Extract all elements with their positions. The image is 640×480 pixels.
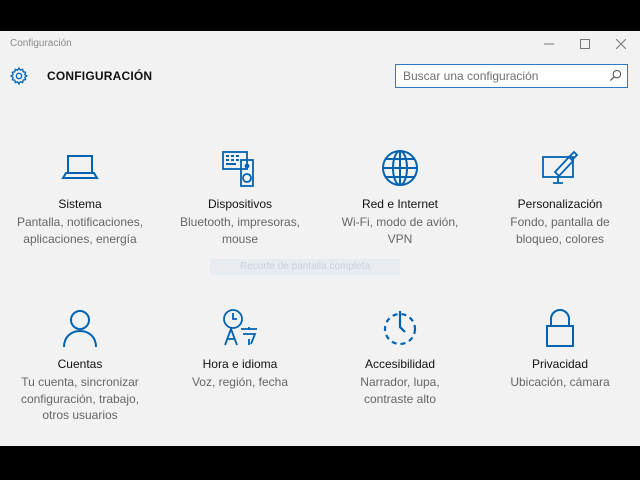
desc-line: otros usuarios (42, 408, 118, 422)
tile-label: Sistema (58, 197, 102, 211)
tile-personalizacion[interactable]: Personalización Fondo, pantalla de bloqu… (485, 147, 635, 247)
title-bar: Configuración (0, 31, 640, 57)
tile-label: Accesibilidad (364, 357, 436, 371)
desc-line: contraste alto (363, 391, 437, 406)
accessibility-icon (383, 311, 417, 346)
tile-accesibilidad[interactable]: Accesibilidad Narrador, lupa, contraste … (325, 307, 475, 407)
tile-label: Red e Internet (361, 197, 439, 211)
tile-description: Voz, región, fecha (165, 374, 315, 391)
desc-line: Ubicación, cámara (510, 375, 610, 389)
tile-dispositivos[interactable]: Dispositivos Bluetooth, impresoras, mous… (165, 147, 315, 247)
search-box[interactable] (395, 64, 628, 88)
tile-label: Dispositivos (207, 197, 273, 211)
desc-line: bloqueo, colores (515, 231, 605, 246)
minimize-icon (544, 43, 554, 45)
laptop-icon (61, 155, 99, 179)
desc-line: configuración, trabajo, (20, 391, 140, 406)
tile-cuentas[interactable]: Cuentas Tu cuenta, sincronizar configura… (5, 307, 155, 424)
desc-line: VPN (387, 231, 413, 246)
search-icon[interactable] (609, 69, 622, 82)
maximize-button[interactable] (566, 31, 604, 57)
language-icon (223, 309, 257, 346)
devices-icon (222, 151, 254, 187)
desc-line: Pantalla, notificaciones, (16, 215, 144, 229)
globe-icon (382, 150, 418, 186)
person-icon (63, 310, 97, 348)
tile-sistema[interactable]: Sistema Pantalla, notificaciones, aplica… (5, 147, 155, 247)
tile-description: Ubicación, cámara (485, 374, 635, 391)
search-input[interactable] (396, 65, 601, 86)
desc-line: Tu cuenta, sincronizar (21, 375, 139, 389)
tile-label: Personalización (517, 197, 603, 211)
close-icon (616, 39, 626, 49)
lock-icon (546, 309, 574, 347)
page-title: CONFIGURACIÓN (47, 69, 153, 83)
tile-description: Bluetooth, impresoras, mouse (165, 214, 315, 247)
tile-label: Cuentas (57, 357, 103, 371)
minimize-button[interactable] (530, 31, 568, 57)
settings-window: Configuración CONFIGURACIÓN Buscar una c… (0, 31, 640, 446)
tile-privacidad[interactable]: Privacidad Ubicación, cámara (485, 307, 635, 391)
desc-line: aplicaciones, energía (23, 231, 137, 246)
tile-description: Fondo, pantalla de bloqueo, colores (485, 214, 635, 247)
gear-icon[interactable] (9, 66, 29, 86)
snip-tooltip: Recorte de pantalla completa (210, 259, 400, 275)
tile-description: Tu cuenta, sincronizar configuración, tr… (5, 374, 155, 424)
paint-icon (542, 150, 579, 184)
desc-line: Narrador, lupa, (360, 375, 440, 389)
tile-description: Narrador, lupa, contraste alto (325, 374, 475, 407)
tile-description: Pantalla, notificaciones, aplicaciones, … (5, 214, 155, 247)
desc-line: Bluetooth, impresoras, (179, 215, 301, 229)
desc-line: mouse (221, 231, 259, 246)
tile-label: Hora e idioma (202, 357, 278, 371)
desc-line: Voz, región, fecha (191, 375, 289, 389)
tile-label: Privacidad (531, 357, 589, 371)
window-title: Configuración (10, 38, 72, 49)
close-button[interactable] (602, 31, 640, 57)
tile-description: Wi-Fi, modo de avión, VPN (325, 214, 475, 247)
maximize-icon (580, 39, 590, 49)
desc-line: Fondo, pantalla de (510, 215, 610, 229)
tile-hora-idioma[interactable]: Hora e idioma Voz, región, fecha (165, 307, 315, 391)
tile-red-internet[interactable]: Red e Internet Wi-Fi, modo de avión, VPN (325, 147, 475, 247)
desc-line: Wi-Fi, modo de avión, (341, 215, 459, 229)
